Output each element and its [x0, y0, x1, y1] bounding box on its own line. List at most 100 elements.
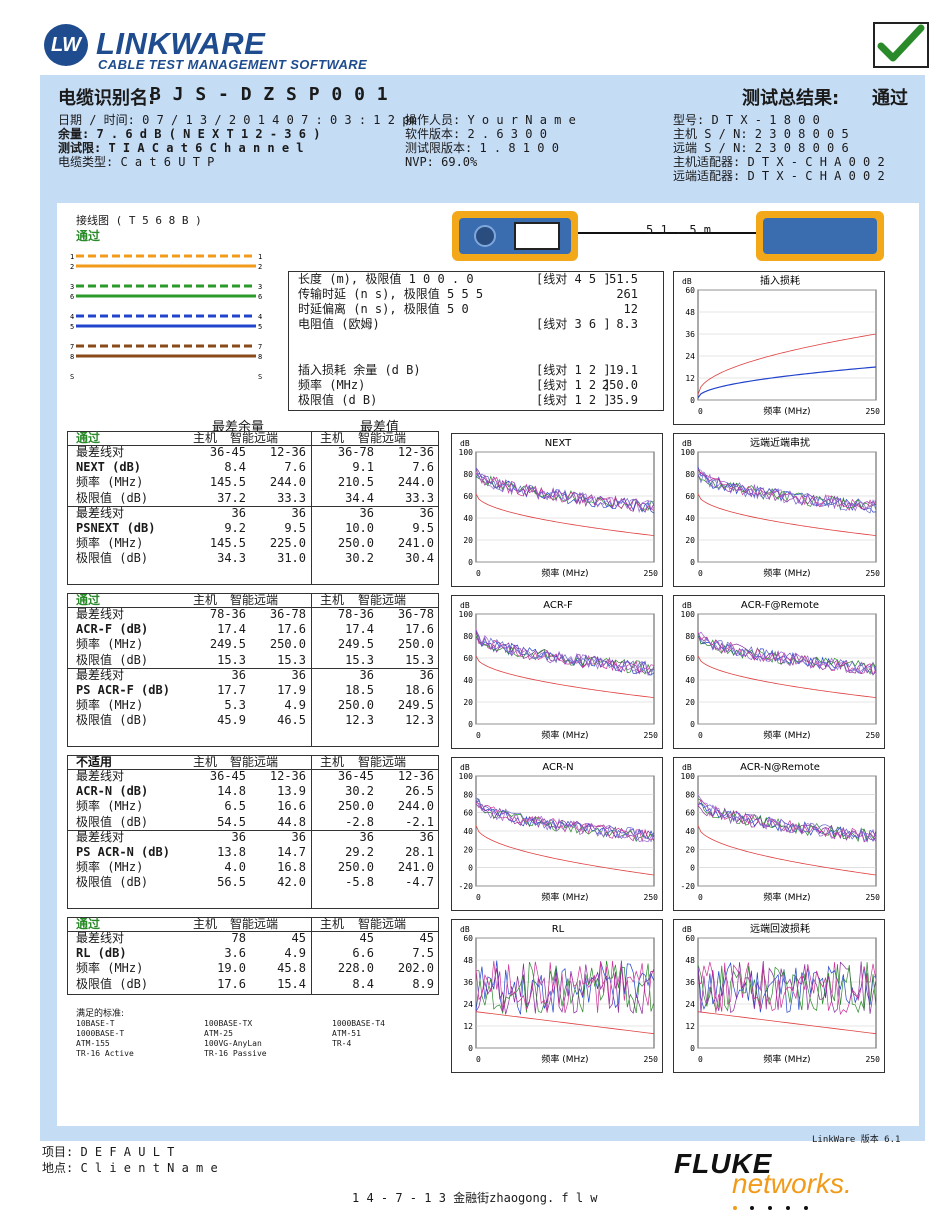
- chart-ylabel: dB: [460, 925, 470, 934]
- plot-area: [697, 937, 877, 1049]
- app-subtitle: CABLE TEST MANAGEMENT SOFTWARE: [98, 57, 368, 72]
- site: 地点: C l i e n t N a m e: [42, 1161, 218, 1175]
- overall-result: 通过: [872, 88, 908, 109]
- chart-xlabel: 频率 (MHz): [541, 567, 588, 579]
- row-value: 249.5: [337, 637, 374, 652]
- row-value: 13.9: [277, 784, 306, 799]
- row-value: 228.0: [337, 961, 374, 976]
- col-header: 智能远端: [358, 917, 407, 931]
- row-value: 78-36: [209, 607, 246, 621]
- header-info-col-2: 操作人员: Y o u r N a m e 软件版本: 2 . 6 3 0 0 …: [405, 114, 576, 170]
- row-value: -5.8: [345, 875, 374, 890]
- row-value: 17.6: [217, 976, 246, 991]
- summary-label: 传输时延 (n s), 极限值 5 5 5: [298, 287, 484, 301]
- chart-svg: RL dB 0 12 24 36 48 60 0 250 频率 (MHz): [460, 924, 658, 1065]
- row-value: 225.0: [269, 536, 306, 551]
- chart-box: ACR-F dB 0 20 40 60 80 100 0 250 频率 (MHz): [451, 595, 663, 749]
- chart-title: 插入损耗: [760, 274, 800, 287]
- row-label: PS ACR-N (dB): [76, 845, 170, 859]
- row-value: 12.3: [345, 713, 374, 728]
- row-value: 3.6: [224, 946, 246, 961]
- table-status: 通过: [76, 431, 101, 445]
- plot-area: [697, 613, 877, 725]
- row-label: 极限值 (dB): [76, 976, 149, 991]
- row-value: 9.1: [352, 460, 374, 475]
- cable-type: 电缆类型: C a t 6 U T P: [58, 155, 215, 169]
- y-tick-label: 100: [681, 610, 696, 619]
- row-label: 最差线对: [76, 445, 125, 459]
- chart-box: 远端回波损耗 dB 0 12 24 36 48 60 0 250 频率 (MHz): [673, 919, 885, 1073]
- row-label: ACR-F (dB): [76, 622, 149, 637]
- chart-box: ACR-N dB -20 0 20 40 60 80 100 0 250 频率 (MHz): [451, 757, 663, 911]
- standard-item: TR-16 Active: [76, 1049, 134, 1058]
- summary-value: 51.5: [609, 272, 638, 286]
- row-value: 16.6: [277, 799, 306, 814]
- pass-check-icon: [873, 22, 929, 68]
- y-tick-label: 80: [685, 470, 695, 479]
- remote-sn: 远端 S / N: 2 3 0 8 0 0 6: [673, 141, 849, 155]
- row-value: 250.0: [337, 860, 374, 875]
- col-header: 智能远端: [358, 755, 407, 769]
- chart-svg: ACR-N@RemotedB-200204060801000 250频率 (MHz…: [681, 762, 881, 903]
- wiremap-right-pin: 4: [258, 313, 262, 321]
- row-value: 250.0: [337, 799, 374, 814]
- chart-title: 远端近端串扰: [750, 436, 810, 449]
- chart-ylabel: dB: [682, 601, 692, 610]
- plot-area: [697, 451, 877, 563]
- y-tick-label: 60: [685, 286, 695, 295]
- row-value: 9.2: [224, 521, 246, 535]
- y-tick-label: 40: [685, 827, 695, 836]
- y-tick-label: 0: [468, 1044, 473, 1053]
- wiremap-left-pin: 5: [70, 323, 74, 331]
- summary-label: 插入损耗 余量 (d B): [298, 363, 421, 377]
- row-value: 17.6: [277, 622, 306, 637]
- summary-value: 19.1: [609, 363, 638, 377]
- remote-adapter: 远端适配器: D T X - C H A 0 0 2: [673, 169, 885, 183]
- row-value: -2.8: [345, 814, 374, 829]
- wiremap-left-pin: 2: [70, 263, 74, 271]
- row-value: 30.4: [405, 551, 434, 566]
- col-header: 主机: [320, 431, 345, 445]
- row-label: 最差线对: [76, 505, 125, 520]
- x-tick-label: 250: [866, 1055, 881, 1064]
- row-value: 36: [231, 829, 246, 844]
- row-label: 频率 (MHz): [76, 475, 144, 490]
- software-version-footer: LinkWare 版本 6.1: [812, 1135, 901, 1145]
- row-value: 15.3: [217, 652, 246, 667]
- row-value: 36: [291, 667, 306, 682]
- wiremap-diagram: 1 1 2 2 3 3 6 6 4 4 5 5 7 7 8 8 S S: [68, 248, 268, 388]
- wiremap-left-pin: 1: [70, 253, 74, 261]
- y-tick-label: 80: [463, 470, 473, 479]
- summary-label: 长度 (m), 极限值 1 0 0 . 0: [298, 272, 474, 286]
- wiremap-left-pin: 6: [70, 293, 74, 301]
- plot-area: [475, 451, 655, 563]
- row-value: 12-36: [269, 445, 306, 459]
- chart-svg: ACR-F@Remote dB 0 20 40 60 80 100 0 250 频率 (MHz): [681, 600, 881, 741]
- y-tick-label: 24: [463, 1000, 473, 1009]
- col-header: 智能远端: [230, 917, 279, 931]
- margin: 余量: 7 . 6 d B ( N E X T 1 2 - 3 6 ): [58, 127, 321, 141]
- row-value: 10.0: [345, 521, 374, 535]
- y-tick-label: 40: [463, 676, 473, 685]
- row-value: 244.0: [397, 475, 434, 490]
- standards-title: 满足的标准:: [76, 1009, 125, 1019]
- chart-ylabel: dB: [682, 277, 692, 286]
- row-value: 202.0: [397, 961, 434, 976]
- y-tick-label: 60: [463, 492, 473, 501]
- y-tick-label: 0: [690, 1044, 695, 1053]
- row-value: 17.7: [217, 683, 246, 697]
- main-tester-image: [452, 211, 578, 261]
- table-status: 通过: [76, 917, 101, 931]
- chart-box: ACR-F@Remote dB 0 20 40 60 80 100 0 250 频率 (MHz): [673, 595, 885, 749]
- y-tick-label: 36: [685, 330, 695, 339]
- table-divider: [311, 431, 312, 585]
- y-tick-label: 0: [690, 864, 695, 873]
- x-tick-label: 0: [476, 569, 481, 578]
- chart-xlabel: 频率 (MHz): [763, 1053, 810, 1065]
- row-value: 7.6: [284, 460, 306, 475]
- y-tick-label: 0: [690, 558, 695, 567]
- row-value: 36-78: [397, 607, 434, 621]
- y-tick-label: 0: [468, 558, 473, 567]
- row-value: 145.5: [209, 536, 246, 551]
- standard-item: 10BASE-T: [76, 1019, 115, 1028]
